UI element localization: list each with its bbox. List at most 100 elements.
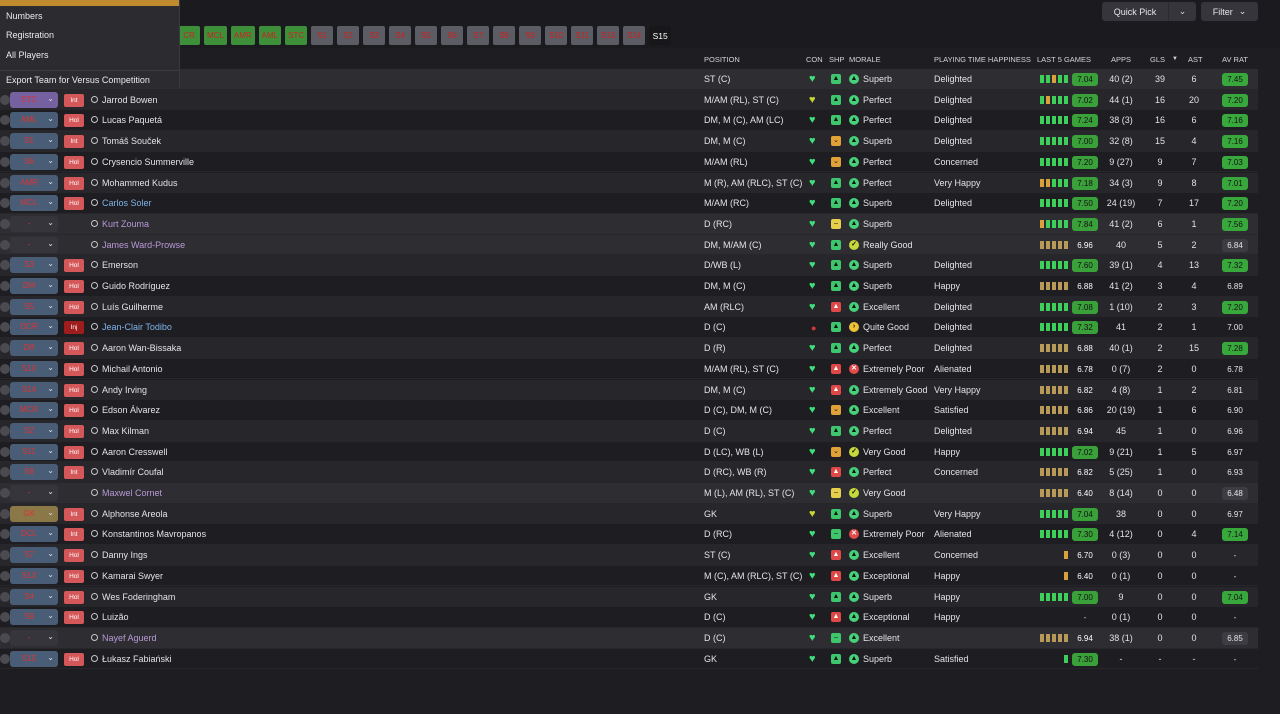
quick-pick-button[interactable]: Quick Pick ⌄ — [1102, 2, 1196, 21]
player-name[interactable]: Aaron Wan-Bissaka — [102, 343, 181, 353]
selection-dropdown[interactable]: MCL ⌄ — [10, 195, 58, 212]
player-name[interactable]: Danny Ings — [102, 550, 148, 560]
formation-slot[interactable]: S10 — [545, 26, 568, 45]
menu-item-registration[interactable]: Registration — [0, 26, 179, 46]
table-row[interactable]: DCL ⌄ Int Konstantinos Mavropanos D (RC) ♥ – ✕ E… — [0, 524, 1258, 546]
selection-dropdown[interactable]: - ⌄ — [10, 236, 58, 253]
player-name[interactable]: Crysencio Summerville — [102, 157, 194, 167]
selection-dropdown[interactable]: DCR ⌄ — [10, 319, 58, 336]
chevron-down-icon[interactable]: ⌄ — [1168, 2, 1196, 21]
player-name[interactable]: Maxwel Cornet — [102, 488, 162, 498]
selection-dropdown[interactable]: STC ⌄ — [10, 91, 58, 108]
row-select-checkbox[interactable] — [0, 115, 10, 126]
table-row[interactable]: GK ⌄ Int Alphonse Areola GK ♥ ▲ ▲ Superb Very Hap… — [0, 503, 1258, 525]
row-select-checkbox[interactable] — [0, 322, 10, 333]
row-select-checkbox[interactable] — [0, 198, 10, 209]
player-name[interactable]: Aaron Cresswell — [102, 447, 168, 457]
formation-slot[interactable]: S1 — [311, 26, 334, 45]
table-row[interactable]: S7 ⌄ Hol Danny Ings ST (C) ♥ ▲ ▲ Excellent Concer… — [0, 545, 1258, 566]
row-select-checkbox[interactable] — [0, 508, 10, 519]
formation-slot[interactable]: S14 — [623, 26, 646, 45]
selection-dropdown[interactable]: S4 ⌄ — [10, 588, 58, 605]
formation-slot[interactable]: S15 — [649, 26, 672, 45]
selection-dropdown[interactable]: S11 ⌄ — [10, 443, 58, 460]
player-name[interactable]: Konstantinos Mavropanos — [102, 529, 206, 539]
table-row[interactable]: S6 ⌄ Hol Crysencio Summerville M/AM (RL) ♥ ⌄ ▲ P… — [0, 152, 1258, 173]
selection-dropdown[interactable]: - ⌄ — [10, 215, 58, 232]
selection-dropdown[interactable]: S2 ⌄ — [10, 422, 58, 439]
selection-dropdown[interactable]: S13 ⌄ — [10, 567, 58, 584]
table-row[interactable]: S10 ⌄ Hol Michail Antonio M/AM (RL), ST (C) ♥… — [0, 359, 1258, 380]
filter-label[interactable]: Filter — [1213, 7, 1233, 17]
table-row[interactable]: S11 ⌄ Hol Aaron Cresswell D (LC), WB (L) ♥ ⌄ ✓ V… — [0, 442, 1258, 463]
row-select-checkbox[interactable] — [0, 591, 10, 602]
row-select-checkbox[interactable] — [0, 446, 10, 457]
selection-dropdown[interactable]: GK ⌄ — [10, 505, 58, 522]
table-row[interactable]: - ⌄ Nayef Aguerd D (C) ♥ – ▲ Excellent 6.94 38 (1… — [0, 627, 1258, 649]
player-name[interactable]: Emerson — [102, 260, 138, 270]
player-name[interactable]: Mohammed Kudus — [102, 178, 178, 188]
selection-dropdown[interactable]: DM ⌄ — [10, 278, 58, 294]
menu-item-numbers[interactable]: Numbers — [0, 6, 179, 26]
selection-dropdown[interactable]: S6 ⌄ — [10, 153, 58, 170]
table-row[interactable]: S1 ⌄ Int Tomáš Souček DM, M (C) ♥ ⌄ ▲ Superb Deli… — [0, 131, 1258, 152]
row-select-checkbox[interactable] — [0, 301, 10, 312]
selection-dropdown[interactable]: MCR ⌄ — [10, 402, 58, 419]
selection-dropdown[interactable]: S1 ⌄ — [10, 133, 58, 150]
selection-dropdown[interactable]: S7 ⌄ — [10, 547, 58, 564]
row-select-checkbox[interactable] — [0, 405, 10, 416]
row-select-checkbox[interactable] — [0, 467, 10, 478]
filter-button[interactable]: Filter ⌄ — [1201, 2, 1258, 21]
table-row[interactable]: S5 ⌄ Hol Luís Guilherme AM (RLC) ♥ ▲ ▲ Excellent… — [0, 296, 1258, 318]
menu-item-all-players[interactable]: All Players — [0, 45, 179, 65]
table-row[interactable]: DR ⌄ Hol Aaron Wan-Bissaka D (R) ♥ ▲ ▲ Perfect De… — [0, 338, 1258, 359]
formation-slot[interactable]: STC — [285, 26, 308, 45]
selection-dropdown[interactable]: DCL ⌄ — [10, 526, 58, 543]
row-select-checkbox[interactable] — [0, 177, 10, 188]
row-select-checkbox[interactable] — [0, 550, 10, 561]
selection-dropdown[interactable]: S5 ⌄ — [10, 298, 58, 315]
formation-slot[interactable]: S3 — [363, 26, 386, 45]
player-name[interactable]: Jarrod Bowen — [102, 95, 158, 105]
table-row[interactable]: S13 ⌄ Hol Kamarai Swyer M (C), AM (RLC), ST … — [0, 566, 1258, 587]
player-name[interactable]: Carlos Soler — [102, 198, 152, 208]
table-row[interactable]: - ⌄ James Ward-Prowse DM, M/AM (C) ♥ ▲ ✓ Really… — [0, 234, 1258, 256]
row-select-checkbox[interactable] — [0, 156, 10, 167]
table-row[interactable]: S8 ⌄ Int Vladimír Coufal D (RC), WB (R) ♥ ▲ ▲ Pe… — [0, 462, 1258, 483]
formation-slot[interactable]: S5 — [415, 26, 438, 45]
player-name[interactable]: Luís Guilherme — [102, 302, 163, 312]
table-row[interactable]: DM ⌄ Hol Guido Rodríguez DM, M (C) ♥ ▲ ▲ Superb H… — [0, 276, 1258, 297]
column-con[interactable]: CON — [806, 55, 823, 64]
row-select-checkbox[interactable] — [0, 218, 10, 229]
formation-slot[interactable]: S6 — [441, 26, 464, 45]
selection-dropdown[interactable]: AML ⌄ — [10, 112, 58, 129]
player-name[interactable]: Kamarai Swyer — [102, 571, 163, 581]
table-row[interactable]: MCR ⌄ Hol Edson Álvarez D (C), DM, M (C) ♥ ⌄ ▲ E… — [0, 400, 1258, 421]
selection-dropdown[interactable]: S14 ⌄ — [10, 381, 58, 398]
player-name[interactable]: Andy Irving — [102, 385, 147, 395]
row-select-checkbox[interactable] — [0, 94, 10, 105]
column-shp[interactable]: SHP — [829, 55, 844, 64]
table-row[interactable]: DCR ⌄ Inj Jean-Clair Todibo D (C) ● ▲ › Quite Go… — [0, 317, 1258, 339]
row-select-checkbox[interactable] — [0, 425, 10, 436]
row-select-checkbox[interactable] — [0, 136, 10, 147]
player-name[interactable]: Łukasz Fabiański — [102, 654, 172, 664]
formation-slot[interactable]: S2 — [337, 26, 360, 45]
player-name[interactable]: Wes Foderingham — [102, 592, 175, 602]
row-select-checkbox[interactable] — [0, 260, 10, 271]
menu-item-export-team[interactable]: Export Team for Versus Competition — [0, 71, 179, 91]
selection-dropdown[interactable]: S8 ⌄ — [10, 464, 58, 481]
column-av-rat[interactable]: AV RAT — [1222, 55, 1248, 64]
selection-dropdown[interactable]: DR ⌄ — [10, 340, 58, 357]
selection-dropdown[interactable]: S3 ⌄ — [10, 257, 58, 274]
formation-slot[interactable]: S9 — [519, 26, 542, 45]
selection-dropdown[interactable]: S10 ⌄ — [10, 360, 58, 377]
row-select-checkbox[interactable] — [0, 343, 10, 354]
row-select-checkbox[interactable] — [0, 239, 10, 250]
player-name[interactable]: Kurt Zouma — [102, 219, 149, 229]
column-last-5-games[interactable]: LAST 5 GAMES — [1037, 55, 1091, 64]
row-select-checkbox[interactable] — [0, 281, 10, 291]
column-apps[interactable]: APPS — [1111, 55, 1131, 64]
selection-dropdown[interactable]: S15 ⌄ — [10, 650, 58, 667]
sort-desc-icon[interactable]: ▼ — [1172, 56, 1178, 62]
